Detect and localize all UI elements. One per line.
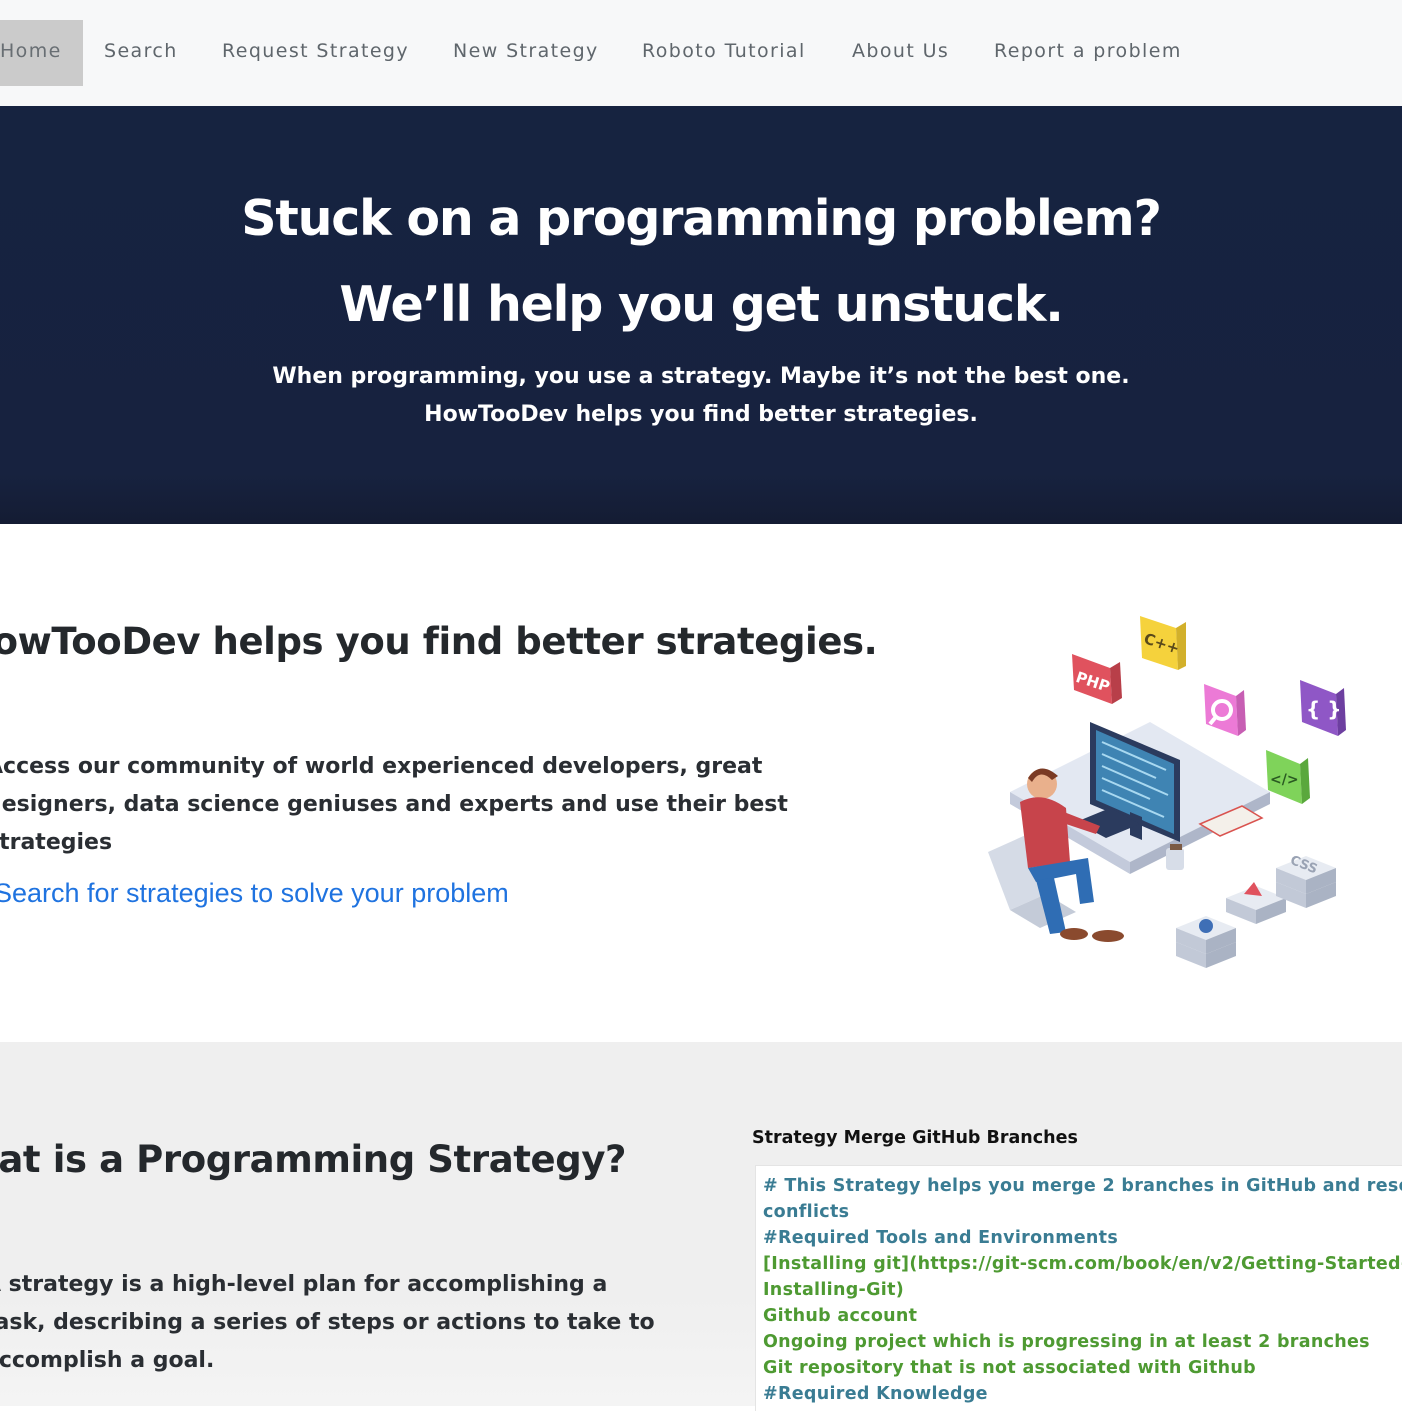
- nav-new-strategy[interactable]: New Strategy: [453, 20, 599, 86]
- code-line: [Installing git](https://git-scm.com/boo…: [763, 1254, 1402, 1274]
- code-line: Ongoing project which is progressing in …: [763, 1332, 1370, 1352]
- hero-subtitle-line1: When programming, you use a strategy. Ma…: [272, 364, 1130, 389]
- hero-title-line2: We’ll help you get unstuck.: [339, 276, 1063, 333]
- strategy-paragraph-line: A strategy is a high-level plan for acco…: [0, 1272, 608, 1297]
- code-line: #Required Knowledge: [763, 1384, 988, 1404]
- strategy-heading: What is a Programming Strategy?: [0, 1138, 627, 1181]
- top-navbar: Home Search Request Strategy New Strateg…: [0, 0, 1402, 106]
- cpp-badge: C++: [1140, 616, 1186, 670]
- features-heading: HowTooDev helps you find better strategi…: [0, 620, 878, 663]
- code-line: #Required Tools and Environments: [763, 1228, 1119, 1248]
- features-section: HowTooDev helps you find better strategi…: [0, 524, 1402, 1042]
- code-badge: </>: [1266, 750, 1310, 804]
- strategy-section: What is a Programming Strategy? A strate…: [0, 1042, 1402, 1411]
- nav-search[interactable]: Search: [104, 20, 178, 86]
- svg-text:{ }: { }: [1306, 697, 1341, 721]
- strategy-paragraph-line: accomplish a goal.: [0, 1348, 215, 1373]
- nav-home[interactable]: Home: [0, 20, 83, 86]
- server-stacks: CSS: [1176, 853, 1336, 968]
- code-line: Git repository that is not associated wi…: [763, 1358, 1256, 1378]
- features-paragraph-line: Access our community of world experience…: [0, 754, 763, 779]
- hero-title-line1: Stuck on a programming problem?: [241, 190, 1162, 247]
- nav-about-us[interactable]: About Us: [852, 20, 949, 86]
- nav-roboto-tutorial[interactable]: Roboto Tutorial: [642, 20, 806, 86]
- strategy-paragraph-line: task, describing a series of steps or ac…: [0, 1310, 655, 1335]
- strategy-paragraph: A strategy is a high-level plan for acco…: [0, 1266, 655, 1380]
- strategy-code-preview[interactable]: # This Strategy helps you merge 2 branch…: [755, 1165, 1402, 1411]
- hero-banner: Stuck on a programming problem? We’ll he…: [0, 106, 1402, 524]
- code-line: # This Strategy helps you merge 2 branch…: [763, 1176, 1402, 1196]
- braces-badge: { }: [1300, 680, 1346, 736]
- example-strategy-title: Strategy Merge GitHub Branches: [752, 1128, 1078, 1148]
- features-paragraph-line: strategies: [0, 830, 113, 855]
- php-badge: PHP: [1072, 654, 1122, 704]
- code-line: conflicts: [763, 1202, 850, 1222]
- features-paragraph-line: designers, data science geniuses and exp…: [0, 792, 788, 817]
- search-strategies-link[interactable]: Search for strategies to solve your prob…: [0, 878, 509, 909]
- svg-text:</>: </>: [1270, 772, 1299, 788]
- features-paragraph: Access our community of world experience…: [0, 748, 788, 862]
- hero-subtitle-line2: HowTooDev helps you find better strategi…: [424, 402, 978, 427]
- code-line: Installing-Git): [763, 1280, 905, 1300]
- nav-request-strategy[interactable]: Request Strategy: [222, 20, 409, 86]
- magnifier-badge: [1204, 684, 1246, 736]
- developer-illustration: PHP C++ { } </> CSS: [988, 616, 1346, 968]
- code-line: Github account: [763, 1306, 918, 1326]
- nav-report-problem[interactable]: Report a problem: [994, 20, 1182, 86]
